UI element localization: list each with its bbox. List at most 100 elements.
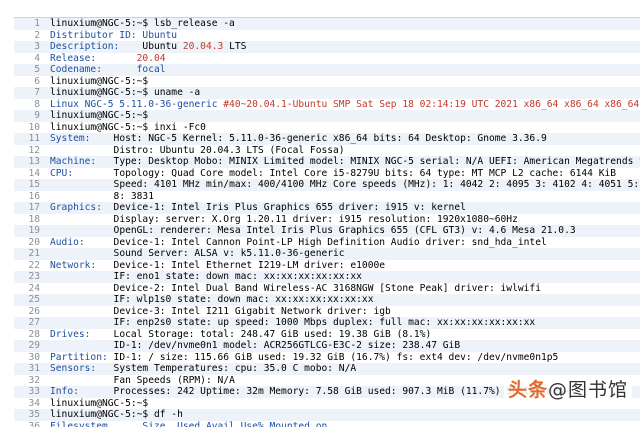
watermark-mark: 头条 [508, 379, 548, 401]
terminal-line: 7linuxium@NGC-5:~$ uname -a [14, 87, 640, 99]
line-segment: 20.04.3 [183, 41, 223, 52]
line-text: Sensors: System Temperatures: cpu: 35.0 … [50, 363, 640, 375]
line-number: 1 [14, 18, 50, 30]
line-segment: Distributor ID: Ubuntu [50, 30, 177, 41]
terminal-line: 17Graphics: Device-1: Intel Iris Plus Gr… [14, 202, 640, 214]
line-segment: Network: [50, 260, 114, 271]
line-number: 8 [14, 99, 50, 111]
line-segment: Graphics: [50, 202, 114, 213]
line-number: 12 [14, 145, 50, 157]
line-number: 20 [14, 237, 50, 249]
line-segment [50, 271, 114, 282]
line-segment [50, 179, 114, 190]
line-segment: linuxium@NGC-5:~$ [50, 76, 148, 87]
line-segment: LTS [223, 41, 246, 52]
terminal-line: 29 ID-1: /dev/nvme0n1 model: ACR256GTLCG… [14, 340, 640, 352]
line-text: ID-1: /dev/nvme0n1 model: ACR256GTLCG-E3… [50, 340, 640, 352]
terminal-line: 3Description: Ubuntu 20.04.3 LTS [14, 41, 640, 53]
line-number: 9 [14, 110, 50, 122]
line-segment: Speed: 4101 MHz min/max: 400/4100 MHz Co… [114, 179, 640, 190]
line-number: 4 [14, 53, 50, 65]
line-text: Display: server: X.Org 1.20.11 driver: i… [50, 214, 640, 226]
line-segment: Topology: Quad Core model: Intel Core i5… [114, 168, 617, 179]
line-segment: linuxium@NGC-5:~$ [50, 110, 148, 121]
line-segment: linuxium@NGC-5:~$ df -h [50, 409, 183, 420]
terminal-line: 12 Distro: Ubuntu 20.04.3 LTS (Focal Fos… [14, 145, 640, 157]
line-text: linuxium@NGC-5:~$ df -h [50, 409, 640, 421]
line-segment: Codename: focal [50, 64, 166, 75]
line-number: 32 [14, 375, 50, 387]
terminal-line: 8Linux NGC-5 5.11.0-36-generic #40~20.04… [14, 99, 640, 111]
line-text: linuxium@NGC-5:~$ [50, 110, 640, 122]
terminal-line: 5Codename: focal [14, 64, 640, 76]
line-number: 34 [14, 398, 50, 410]
line-text: IF: eno1 state: down mac: xx:xx:xx:xx:xx… [50, 271, 640, 283]
terminal-line: 14CPU: Topology: Quad Core model: Intel … [14, 168, 640, 180]
line-number: 17 [14, 202, 50, 214]
line-number: 24 [14, 283, 50, 295]
line-text: Speed: 4101 MHz min/max: 400/4100 MHz Co… [50, 179, 640, 191]
terminal-line: 31Sensors: System Temperatures: cpu: 35.… [14, 363, 640, 375]
terminal-line: 28Drives: Local Storage: total: 248.47 G… [14, 329, 640, 341]
line-text: Partition: ID-1: / size: 115.66 GiB used… [50, 352, 640, 364]
line-segment: Ubuntu [142, 41, 182, 52]
line-text: linuxium@NGC-5:~$ uname -a [50, 87, 640, 99]
line-number: 28 [14, 329, 50, 341]
line-number: 11 [14, 133, 50, 145]
line-segment: Device-1: Intel Iris Plus Graphics 655 d… [114, 202, 466, 213]
terminal-line: 22Network: Device-1: Intel Ethernet I219… [14, 260, 640, 272]
line-number: 16 [14, 191, 50, 203]
line-text: IF: wlp1s0 state: down mac: xx:xx:xx:xx:… [50, 294, 640, 306]
line-segment: Display: server: X.Org 1.20.11 driver: i… [114, 214, 518, 225]
line-segment: linuxium@NGC-5:~$ uname -a [50, 87, 200, 98]
line-number: 6 [14, 76, 50, 88]
line-number: 14 [14, 168, 50, 180]
line-segment: Device-2: Intel Dual Band Wireless-AC 31… [114, 283, 541, 294]
terminal-line: 13Machine: Type: Desktop Mobo: MINIX Lim… [14, 156, 640, 168]
line-segment: linuxium@NGC-5:~$ inxi -Fc0 [50, 122, 206, 133]
line-segment: 8: 3831 [114, 191, 154, 202]
line-segment: Filesystem Size Used Avail Use% Mounted … [50, 421, 327, 427]
terminal-line: 35linuxium@NGC-5:~$ df -h [14, 409, 640, 421]
line-number: 30 [14, 352, 50, 364]
line-text: 8: 3831 [50, 191, 640, 203]
line-text: IF: enp2s0 state: up speed: 1000 Mbps du… [50, 317, 640, 329]
terminal-line: 21 Sound Server: ALSA v: k5.11.0-36-gene… [14, 248, 640, 260]
line-number: 26 [14, 306, 50, 318]
line-number: 31 [14, 363, 50, 375]
line-segment [50, 306, 114, 317]
line-number: 7 [14, 87, 50, 99]
terminal-line: 18 Display: server: X.Org 1.20.11 driver… [14, 214, 640, 226]
line-segment: linuxium@NGC-5:~$ lsb_release -a [50, 18, 235, 29]
line-segment [50, 340, 114, 351]
line-segment: Drives: [50, 329, 114, 340]
line-segment: #40~20.04.1-Ubuntu SMP Sat Sep 18 02:14:… [223, 99, 640, 110]
line-number: 10 [14, 122, 50, 134]
terminal-line: 19 OpenGL: renderer: Mesa Intel Iris Plu… [14, 225, 640, 237]
line-segment: System: [50, 133, 114, 144]
terminal-line: 10linuxium@NGC-5:~$ inxi -Fc0 [14, 122, 640, 134]
line-segment: ID-1: / size: 115.66 GiB used: 19.32 GiB… [114, 352, 559, 363]
line-segment: Device-1: Intel Ethernet I219-LM driver:… [114, 260, 385, 271]
line-text: linuxium@NGC-5:~$ lsb_release -a [50, 18, 640, 30]
line-segment [50, 248, 114, 259]
terminal-line: 30Partition: ID-1: / size: 115.66 GiB us… [14, 352, 640, 364]
line-segment: Local Storage: total: 248.47 GiB used: 1… [114, 329, 432, 340]
line-number: 15 [14, 179, 50, 191]
terminal-line: 15 Speed: 4101 MHz min/max: 400/4100 MHz… [14, 179, 640, 191]
terminal-line: 25 IF: wlp1s0 state: down mac: xx:xx:xx:… [14, 294, 640, 306]
terminal-line: 16 8: 3831 [14, 191, 640, 203]
line-number: 18 [14, 214, 50, 226]
terminal-line: 4Release: 20.04 [14, 53, 640, 65]
line-segment: Distro: Ubuntu 20.04.3 LTS (Focal Fossa) [114, 145, 345, 156]
line-segment: Host: NGC-5 Kernel: 5.11.0-36-generic x8… [114, 133, 547, 144]
watermark-text: @图书馆 [548, 379, 628, 401]
terminal-line: 24 Device-2: Intel Dual Band Wireless-AC… [14, 283, 640, 295]
line-segment: IF: enp2s0 state: up speed: 1000 Mbps du… [114, 317, 536, 328]
line-number: 5 [14, 64, 50, 76]
line-number: 13 [14, 156, 50, 168]
line-text: Device-3: Intel I211 Gigabit Network dri… [50, 306, 640, 318]
line-text: Description: Ubuntu 20.04.3 LTS [50, 41, 640, 53]
line-segment: Device-1: Intel Cannon Point-LP High Def… [114, 237, 547, 248]
line-segment: ID-1: /dev/nvme0n1 model: ACR256GTLCG-E3… [114, 340, 461, 351]
